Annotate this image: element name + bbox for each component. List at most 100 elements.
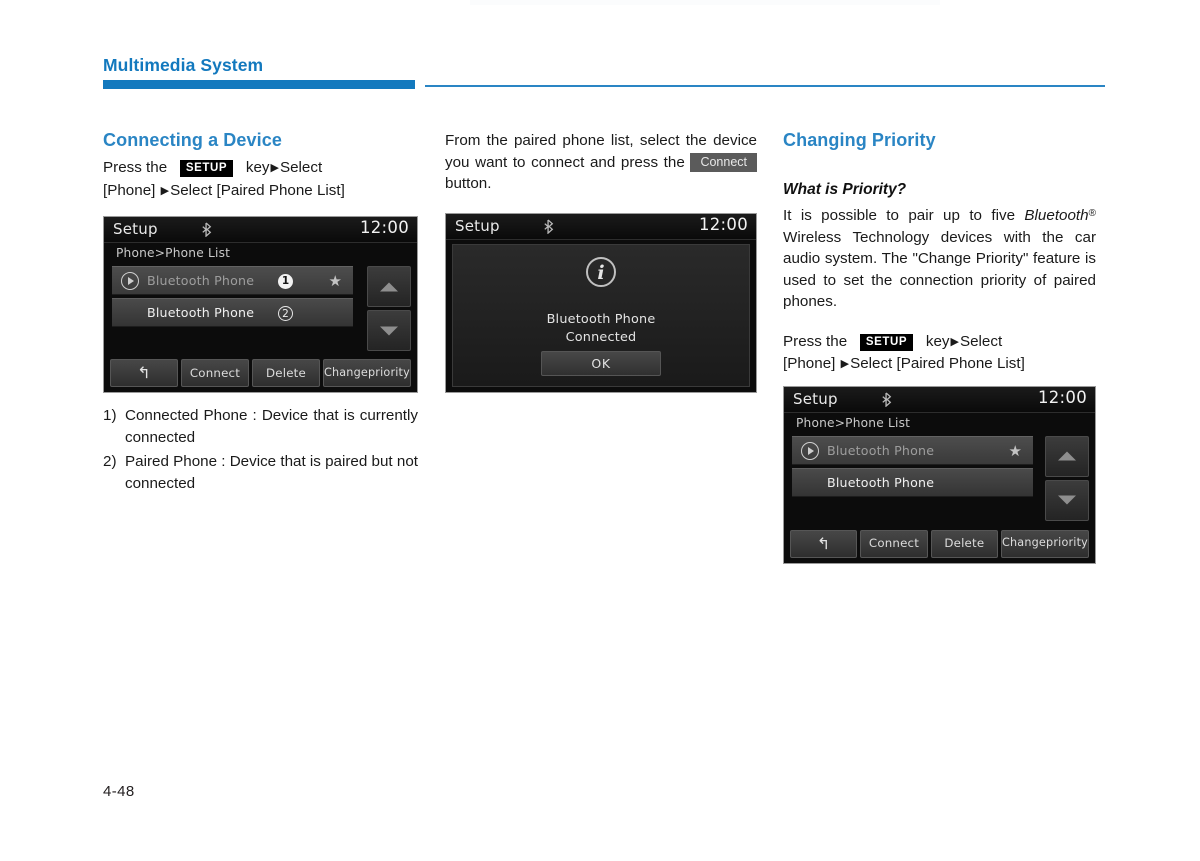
list-item-paired-phone[interactable]: Bluetooth Phone 2 xyxy=(112,298,353,327)
instruction-select-2: Select [Paired Phone List] xyxy=(850,355,1025,372)
priority-description-text: It is possible to pair up to five Blueto… xyxy=(783,203,1096,313)
delete-button[interactable]: Delete xyxy=(251,359,320,387)
instruction-select-1: Select xyxy=(959,332,1003,350)
dialog-panel: i Bluetooth Phone Connected OK xyxy=(452,243,750,387)
bluetooth-icon xyxy=(543,218,556,235)
delete-button[interactable]: Delete xyxy=(930,529,998,558)
back-button[interactable]: ↰ xyxy=(110,359,178,387)
note-text: Connected Phone : Device that is current… xyxy=(125,407,418,446)
triangle-up-icon xyxy=(380,282,398,291)
change-priority-label-line1: Change xyxy=(1001,536,1047,550)
phone-list: Bluetooth Phone 1 ★ Bluetooth Phone 2 xyxy=(112,266,353,351)
setup-key-badge: SETUP xyxy=(179,160,234,177)
subsection-title-what-is-priority: What is Priority? xyxy=(783,181,907,198)
screen-clock: 12:00 xyxy=(1037,387,1087,407)
priority-description-part1: It is possible to pair up to five xyxy=(783,207,1016,224)
callout-number-1: 1 xyxy=(278,274,293,289)
screen-breadcrumb: Phone>Phone List xyxy=(796,415,911,430)
screen-title: Setup xyxy=(793,389,838,408)
screenshot-connected-dialog: Setup 12:00 i Bluetooth Phone Connected … xyxy=(445,212,757,393)
scroll-down-button[interactable] xyxy=(367,310,411,351)
page-header-title: Multimedia System xyxy=(103,55,264,75)
header-rule-thick xyxy=(103,80,415,89)
bluetooth-trademark: Bluetooth xyxy=(1024,207,1089,224)
section-title-connecting-a-device: Connecting a Device xyxy=(103,130,282,150)
section-title-changing-priority: Changing Priority xyxy=(783,130,936,150)
arrow-right-icon-2: ▶ xyxy=(840,358,850,370)
note-item-1: 1) Connected Phone : Device that is curr… xyxy=(103,405,418,449)
bluetooth-icon xyxy=(201,222,214,238)
registered-mark: ® xyxy=(1088,208,1096,219)
list-item-label: Bluetooth Phone xyxy=(827,474,935,490)
arrow-right-icon-2: ▶ xyxy=(160,184,170,197)
back-button[interactable]: ↰ xyxy=(790,529,858,558)
note-marker: 1) xyxy=(103,407,117,424)
dialog-message-line2: Connected xyxy=(565,329,637,345)
screen-title-bar: Setup 12:00 xyxy=(104,217,417,243)
screen-title: Setup xyxy=(113,220,158,238)
priority-description-part2: Wireless Technology devices with the car… xyxy=(783,228,1096,311)
triangle-down-icon xyxy=(1058,495,1076,505)
instruction-prefix: Press the xyxy=(783,332,848,350)
play-circle-icon xyxy=(121,272,139,290)
page-header: Multimedia System xyxy=(103,55,1105,95)
instruction-key-word: key xyxy=(245,159,270,176)
scan-artifact xyxy=(470,0,940,5)
arrow-right-icon: ▶ xyxy=(950,335,959,348)
column-middle: From the paired phone list, select the d… xyxy=(445,130,757,393)
scroll-down-button[interactable] xyxy=(1045,479,1089,521)
star-icon: ★ xyxy=(328,272,342,290)
screen-title-bar: Setup 12:00 xyxy=(446,213,756,240)
bluetooth-icon xyxy=(881,391,894,408)
screen-breadcrumb: Phone>Phone List xyxy=(116,246,231,260)
scroll-buttons xyxy=(367,266,411,351)
scroll-up-button[interactable] xyxy=(367,266,411,307)
instruction-key-word: key xyxy=(925,332,950,350)
dialog-message: Bluetooth Phone Connected xyxy=(453,311,749,347)
change-priority-label-line1: Change xyxy=(323,365,368,379)
scroll-buttons xyxy=(1045,435,1089,521)
info-icon: i xyxy=(586,256,616,287)
scroll-up-button[interactable] xyxy=(1045,435,1089,477)
note-marker: 2) xyxy=(103,453,117,470)
back-arrow-icon: ↰ xyxy=(816,533,831,553)
arrow-right-icon: ▶ xyxy=(270,162,279,174)
list-item-paired-phone[interactable]: Bluetooth Phone xyxy=(792,467,1033,497)
column-right: Changing Priority What is Priority? It i… xyxy=(783,130,1096,564)
instruction-select-1: Select xyxy=(279,159,323,176)
screen-button-bar: ↰ Connect Delete Change priority xyxy=(110,359,411,387)
page-number: 4-48 xyxy=(103,783,135,800)
callout-number-2: 2 xyxy=(278,306,293,321)
screen-clock: 12:00 xyxy=(359,218,409,237)
connect-button[interactable]: Connect xyxy=(180,359,249,387)
list-item-label: Bluetooth Phone xyxy=(147,305,255,320)
list-item-label: Bluetooth Phone xyxy=(827,442,935,458)
change-priority-button[interactable]: Change priority xyxy=(1000,529,1090,558)
phone-list: Bluetooth Phone ★ Bluetooth Phone xyxy=(792,435,1033,521)
triangle-up-icon xyxy=(1058,451,1076,461)
screenshot-paired-phone-list: Setup 12:00 Phone>Phone List Bluetooth P… xyxy=(103,216,418,393)
priority-instruction-text: Press the SETUP key▶Select [Phone] ▶Selec… xyxy=(783,331,1096,376)
instruction-phone-token: [Phone] xyxy=(103,181,156,199)
play-circle-icon xyxy=(801,441,819,460)
connect-instruction-text: Press the SETUP key▶Select [Phone] ▶Selec… xyxy=(103,157,418,202)
connect-button-badge: Connect xyxy=(690,152,757,172)
list-item-connected-phone[interactable]: Bluetooth Phone ★ xyxy=(792,435,1033,465)
triangle-down-icon xyxy=(380,326,398,335)
list-item-label: Bluetooth Phone xyxy=(147,273,255,288)
instruction-select-2: Select [Paired Phone List] xyxy=(170,181,345,199)
ok-button[interactable]: OK xyxy=(541,350,661,376)
star-icon: ★ xyxy=(1008,441,1022,460)
screen-button-bar: ↰ Connect Delete Change priority xyxy=(790,529,1090,558)
screen-title-bar: Setup 12:00 xyxy=(784,386,1095,413)
list-item-connected-phone[interactable]: Bluetooth Phone 1 ★ xyxy=(112,266,353,295)
change-priority-label-line2: priority xyxy=(1046,536,1089,550)
change-priority-button[interactable]: Change priority xyxy=(322,359,411,387)
note-item-2: 2) Paired Phone : Device that is paired … xyxy=(103,451,418,495)
setup-key-badge: SETUP xyxy=(859,333,914,351)
note-text: Paired Phone : Device that is paired but… xyxy=(125,453,418,492)
instruction-prefix: Press the xyxy=(103,159,168,176)
instruction-phone-token: [Phone] xyxy=(783,355,836,372)
connect-button[interactable]: Connect xyxy=(860,529,928,558)
screen-clock: 12:00 xyxy=(698,214,748,234)
